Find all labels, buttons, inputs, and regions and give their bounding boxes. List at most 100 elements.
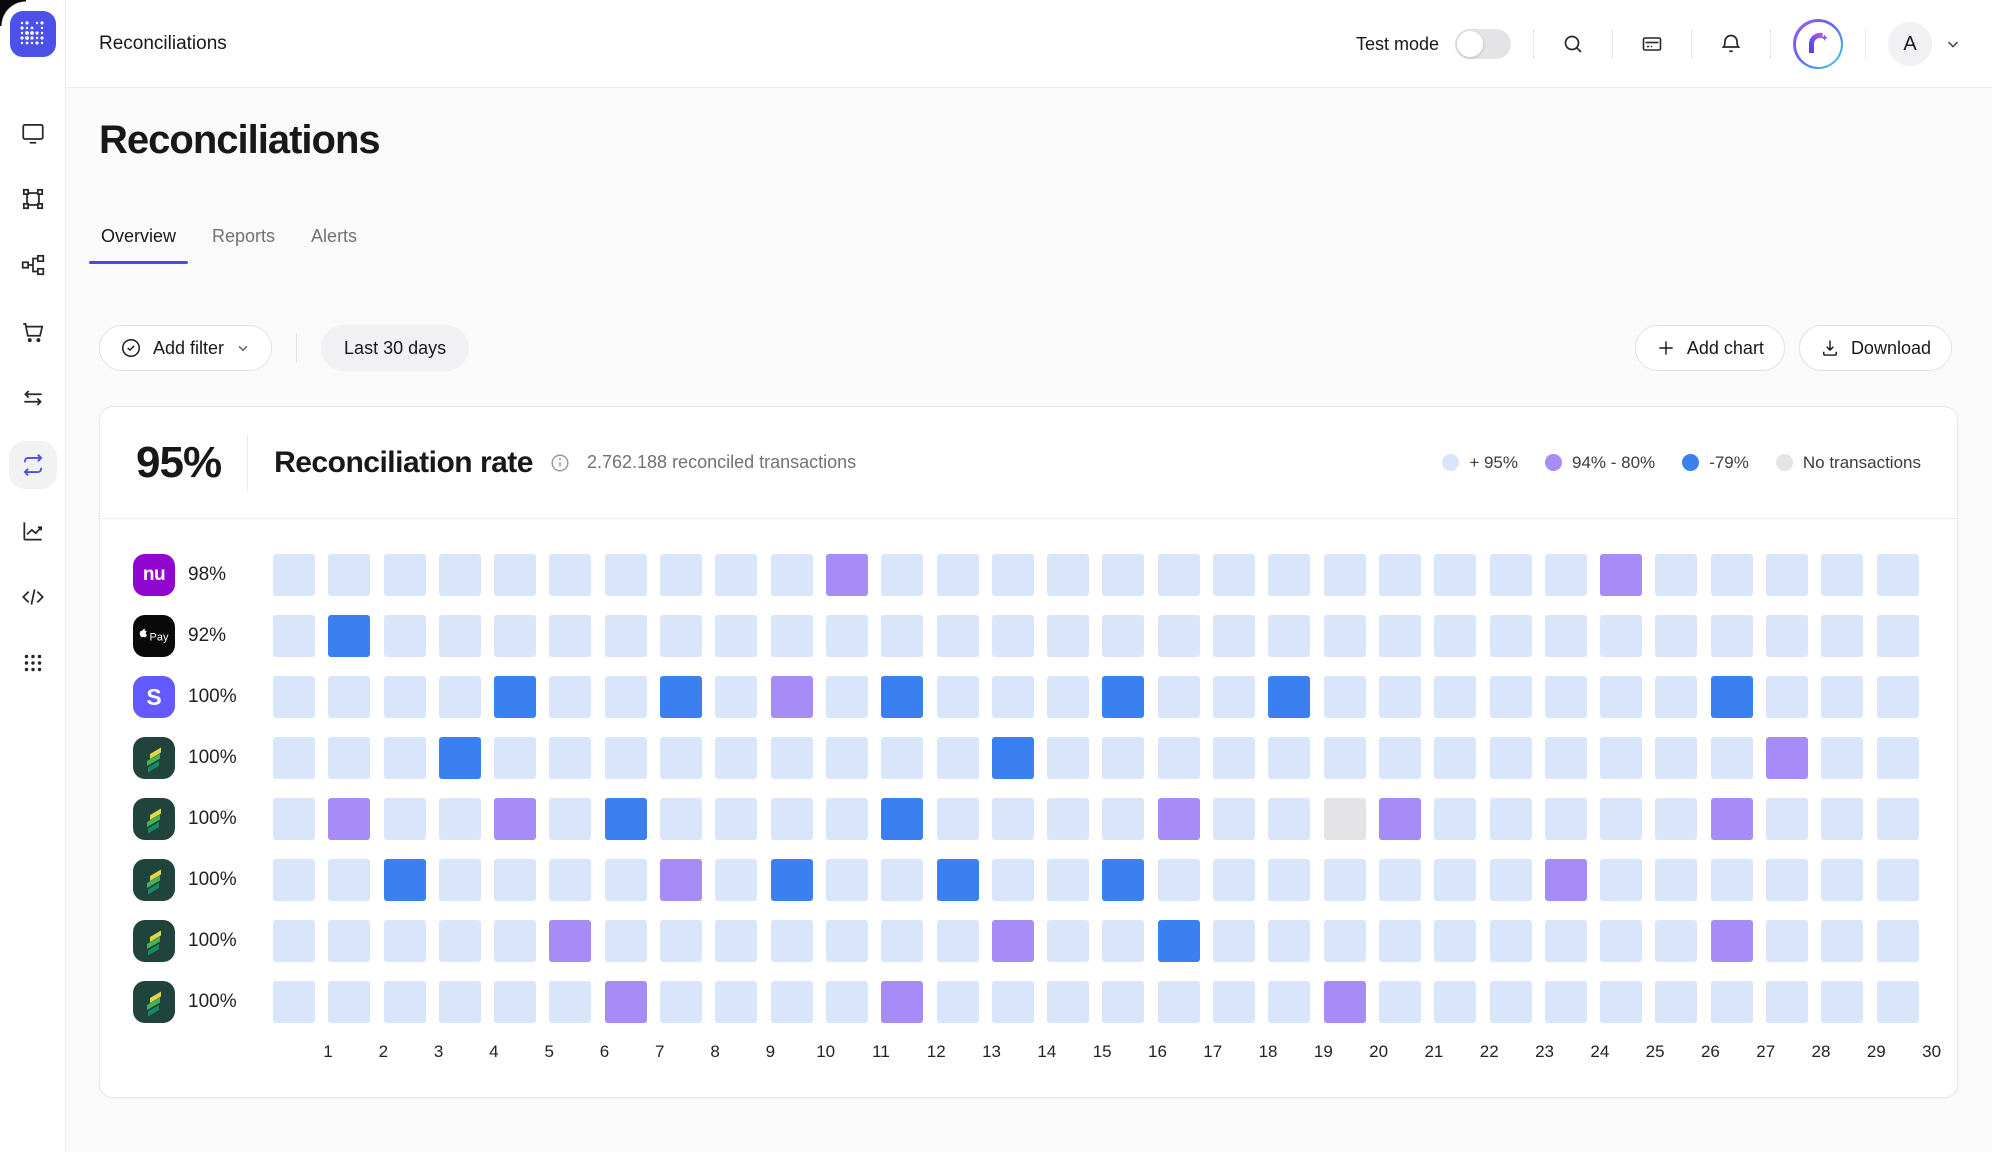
heatmap-cell[interactable] [1102,859,1144,901]
heatmap-cell[interactable] [439,676,481,718]
heatmap-cell[interactable] [660,981,702,1023]
heatmap-cell[interactable] [715,920,757,962]
heatmap-cell[interactable] [1379,676,1421,718]
heatmap-cell[interactable] [1490,798,1532,840]
heatmap-cell[interactable] [771,676,813,718]
heatmap-cell[interactable] [1434,737,1476,779]
heatmap-cell[interactable] [1102,615,1144,657]
heatmap-cell[interactable] [1434,981,1476,1023]
terminal-button[interactable] [1635,27,1669,61]
heatmap-cell[interactable] [1545,676,1587,718]
sidebar-item-apps[interactable] [9,639,57,687]
heatmap-cell[interactable] [1102,798,1144,840]
heatmap-cell[interactable] [826,981,868,1023]
heatmap-cell[interactable] [1158,615,1200,657]
heatmap-cell[interactable] [1047,676,1089,718]
heatmap-cell[interactable] [549,981,591,1023]
heatmap-cell[interactable] [1213,676,1255,718]
heatmap-cell[interactable] [881,554,923,596]
sidebar-item-reconciliations[interactable] [9,441,57,489]
heatmap-cell[interactable] [549,859,591,901]
heatmap-cell[interactable] [328,920,370,962]
heatmap-cell[interactable] [1379,615,1421,657]
heatmap-cell[interactable] [1600,798,1642,840]
heatmap-cell[interactable] [328,859,370,901]
heatmap-cell[interactable] [715,615,757,657]
heatmap-cell[interactable] [1655,737,1697,779]
heatmap-cell[interactable] [549,798,591,840]
heatmap-cell[interactable] [1711,859,1753,901]
heatmap-cell[interactable] [605,920,647,962]
heatmap-cell[interactable] [1711,615,1753,657]
heatmap-cell[interactable] [992,798,1034,840]
heatmap-cell[interactable] [1158,737,1200,779]
heatmap-cell[interactable] [660,554,702,596]
heatmap-cell[interactable] [1268,981,1310,1023]
heatmap-cell[interactable] [826,920,868,962]
heatmap-cell[interactable] [1711,981,1753,1023]
heatmap-cell[interactable] [1766,737,1808,779]
heatmap-cell[interactable] [937,554,979,596]
heatmap-cell[interactable] [715,981,757,1023]
heatmap-cell[interactable] [881,798,923,840]
info-button[interactable] [549,452,571,474]
heatmap-cell[interactable] [937,676,979,718]
heatmap-cell[interactable] [273,737,315,779]
heatmap-cell[interactable] [1102,920,1144,962]
heatmap-cell[interactable] [1047,920,1089,962]
add-filter-button[interactable]: Add filter [99,325,272,371]
heatmap-cell[interactable] [1379,554,1421,596]
heatmap-cell[interactable] [715,859,757,901]
heatmap-cell[interactable] [826,554,868,596]
test-mode-toggle[interactable] [1455,29,1511,59]
heatmap-cell[interactable] [1711,920,1753,962]
heatmap-cell[interactable] [1047,615,1089,657]
heatmap-cell[interactable] [439,554,481,596]
tab-overview[interactable]: Overview [99,226,178,264]
heatmap-cell[interactable] [1655,615,1697,657]
heatmap-cell[interactable] [1324,554,1366,596]
heatmap-cell[interactable] [1324,615,1366,657]
sidebar-item-cart[interactable] [9,308,57,356]
heatmap-cell[interactable] [771,615,813,657]
heatmap-cell[interactable] [1047,981,1089,1023]
heatmap-cell[interactable] [1600,676,1642,718]
heatmap-cell[interactable] [273,798,315,840]
heatmap-cell[interactable] [1821,676,1863,718]
heatmap-cell[interactable] [384,615,426,657]
heatmap-cell[interactable] [1766,676,1808,718]
heatmap-cell[interactable] [937,859,979,901]
heatmap-cell[interactable] [605,676,647,718]
heatmap-cell[interactable] [273,554,315,596]
date-range-button[interactable]: Last 30 days [321,325,469,371]
heatmap-cell[interactable] [881,676,923,718]
heatmap-cell[interactable] [1158,981,1200,1023]
heatmap-cell[interactable] [1655,554,1697,596]
heatmap-cell[interactable] [1655,920,1697,962]
heatmap-cell[interactable] [1324,737,1366,779]
heatmap-cell[interactable] [439,737,481,779]
notifications-button[interactable] [1714,27,1748,61]
heatmap-cell[interactable] [1600,737,1642,779]
heatmap-cell[interactable] [1379,798,1421,840]
heatmap-cell[interactable] [1102,737,1144,779]
ai-assistant-button[interactable] [1793,19,1843,69]
heatmap-cell[interactable] [328,676,370,718]
heatmap-cell[interactable] [715,798,757,840]
heatmap-cell[interactable] [328,615,370,657]
heatmap-cell[interactable] [1268,798,1310,840]
heatmap-cell[interactable] [494,798,536,840]
heatmap-cell[interactable] [1268,920,1310,962]
heatmap-cell[interactable] [1821,920,1863,962]
heatmap-cell[interactable] [771,554,813,596]
sidebar-item-transfers[interactable] [9,374,57,422]
heatmap-cell[interactable] [1490,615,1532,657]
heatmap-cell[interactable] [660,615,702,657]
heatmap-cell[interactable] [549,920,591,962]
heatmap-cell[interactable] [549,615,591,657]
heatmap-cell[interactable] [937,920,979,962]
heatmap-cell[interactable] [1545,615,1587,657]
heatmap-cell[interactable] [1213,981,1255,1023]
heatmap-cell[interactable] [881,737,923,779]
heatmap-cell[interactable] [771,737,813,779]
